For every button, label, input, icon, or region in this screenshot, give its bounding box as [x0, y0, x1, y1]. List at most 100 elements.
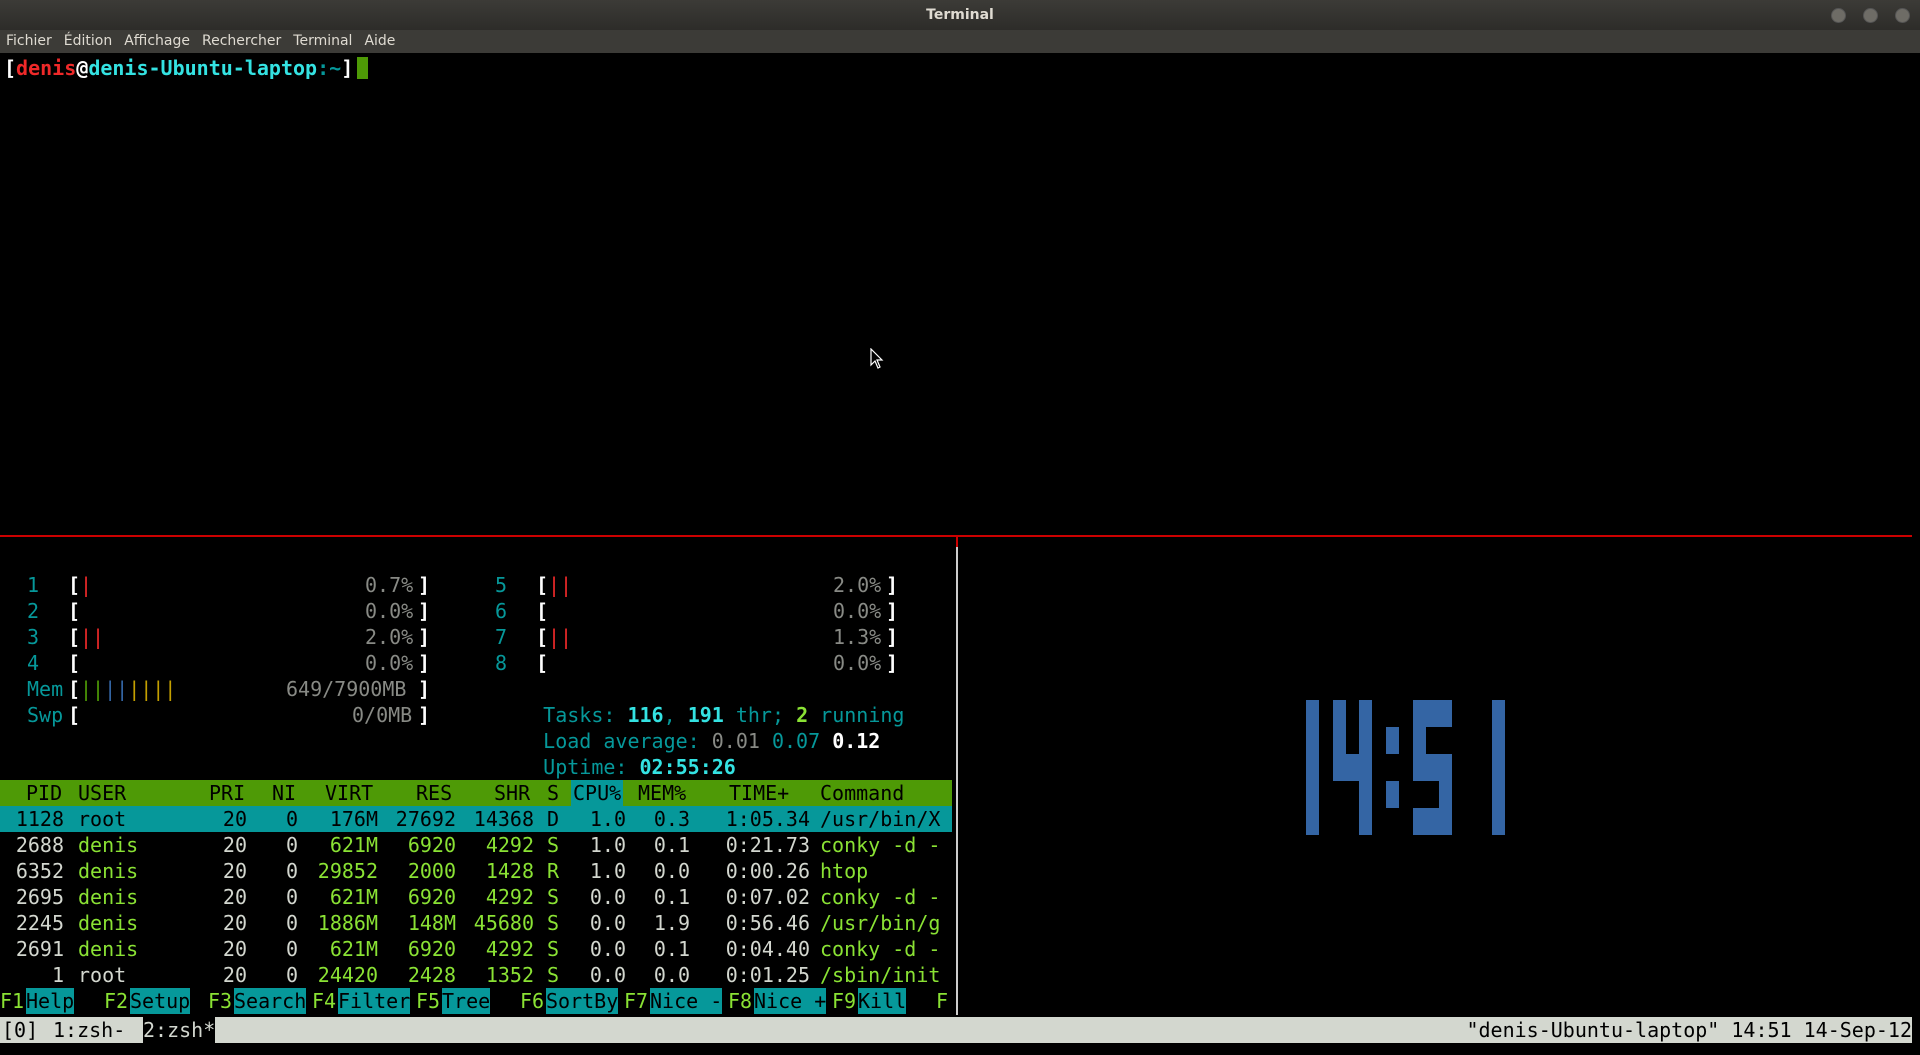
- menu-aide[interactable]: Aide: [358, 30, 401, 53]
- htop-pane[interactable]: 1 [ | 0.7% ] 2 [ 0.0% ] 3 [ || 2.0% ] 4 …: [0, 572, 956, 1050]
- window-controls: [1831, 8, 1910, 23]
- cell-ni: 0: [285, 859, 298, 883]
- cell-pid: 6352: [15, 859, 64, 883]
- meter-bracket: ]: [418, 573, 431, 597]
- close-button[interactable]: [1895, 8, 1910, 23]
- table-row[interactable]: 2245 denis 20 0 1886M 148M 45680 S 0.0 1.9 0:56.46…: [0, 910, 952, 936]
- menu-affichage[interactable]: Affichage: [118, 30, 196, 53]
- prompt-bracket-open: [: [4, 56, 17, 80]
- fkey-sortby[interactable]: SortBy: [546, 988, 619, 1014]
- cpu-num: 5: [495, 573, 508, 597]
- cell-mem: 0.3: [653, 807, 690, 831]
- menu-fichier[interactable]: Fichier: [6, 30, 58, 53]
- cell-ni: 0: [285, 937, 298, 961]
- tmux-window-2[interactable]: 2:zsh*: [143, 1017, 216, 1043]
- cell-mem: 0.0: [653, 859, 690, 883]
- fkey-tree[interactable]: Tree: [442, 988, 491, 1014]
- uptime-line: Uptime: 02:55:26: [495, 728, 736, 779]
- clock-digit-1: [1492, 700, 1505, 835]
- cpu-num: 7: [495, 625, 508, 649]
- text-cursor: [357, 57, 369, 79]
- load-5: 0.07: [771, 729, 821, 753]
- menu-rechercher[interactable]: Rechercher: [196, 30, 287, 53]
- table-row[interactable]: 1 root 20 0 24420 2428 1352 S 0.0 0.0 0:01.25/sbin…: [0, 962, 952, 988]
- cell-shr: 4292: [485, 885, 534, 909]
- cell-shr: 4292: [485, 833, 534, 857]
- col-res[interactable]: RES: [416, 780, 452, 806]
- window-titlebar[interactable]: Terminal: [0, 0, 1920, 30]
- cpu-num: 3: [27, 625, 40, 649]
- cell-pri: 20: [222, 963, 247, 987]
- htop-function-keys: F1 Help F2 Setup F3 Search F4 Filter F5 …: [0, 988, 956, 1014]
- fkey-help[interactable]: Help: [26, 988, 75, 1014]
- cell-mem: 0.1: [653, 833, 690, 857]
- cell-pri: 20: [222, 885, 247, 909]
- cpu-meter-1: 1 [ | 0.7% ]: [0, 572, 430, 598]
- fkey-nice-minus[interactable]: Nice -: [650, 988, 723, 1014]
- col-mem[interactable]: MEM%: [638, 780, 686, 806]
- uptime-value: 02:55:26: [639, 755, 736, 779]
- cpu-bar: ||: [548, 573, 573, 597]
- col-user[interactable]: USER: [78, 780, 126, 806]
- col-shr[interactable]: SHR: [494, 780, 530, 806]
- mouse-pointer-icon: [870, 348, 884, 369]
- table-row[interactable]: 6352 denis 20 0 29852 2000 1428 R 1.0 0.0 0:00.26 h…: [0, 858, 952, 884]
- cell-pid: 2245: [15, 911, 64, 935]
- fkey-kill[interactable]: Kill: [858, 988, 907, 1014]
- cpu-bar: |: [80, 573, 93, 597]
- fkey-setup[interactable]: Setup: [130, 988, 191, 1014]
- table-row[interactable]: 1128 root 20 0 176M 27692 14368 D 1.0 0.3 1:05.34 /…: [0, 806, 952, 832]
- col-time[interactable]: TIME+: [729, 780, 789, 806]
- tmux-pane-divider-vertical[interactable]: [956, 537, 958, 1015]
- maximize-button[interactable]: [1863, 8, 1878, 23]
- meter-bracket: [: [68, 651, 81, 675]
- col-cpu[interactable]: CPU%: [571, 780, 624, 806]
- cell-virt: 29852: [317, 859, 378, 883]
- table-row[interactable]: 2695 denis 20 0 621M 6920 4292 S 0.0 0.1 0:07.02 co…: [0, 884, 952, 910]
- meter-bracket: [: [536, 625, 549, 649]
- shell-prompt: [denis@denis-Ubuntu-laptop:~]: [4, 55, 369, 81]
- cell-pid: 2688: [15, 833, 64, 857]
- cell-cmd: /sbin/init: [820, 963, 941, 987]
- col-s[interactable]: S: [547, 780, 559, 806]
- col-ni[interactable]: NI: [272, 780, 296, 806]
- cell-user: denis: [78, 833, 139, 857]
- cell-res: 2428: [407, 963, 456, 987]
- meter-bracket: [: [536, 651, 549, 675]
- cell-mem: 0.1: [653, 937, 690, 961]
- col-pid[interactable]: PID: [26, 780, 62, 806]
- minimize-button[interactable]: [1831, 8, 1846, 23]
- table-row[interactable]: 2691 denis 20 0 621M 6920 4292 S 0.0 0.1 0:04.40 co…: [0, 936, 952, 962]
- col-pri[interactable]: PRI: [209, 780, 245, 806]
- cell-s: S: [547, 963, 560, 987]
- menu-edition[interactable]: Édition: [58, 30, 118, 53]
- fkey-filter[interactable]: Filter: [338, 988, 411, 1014]
- fkey-nice-plus[interactable]: Nice +: [754, 988, 827, 1014]
- fkey-search[interactable]: Search: [234, 988, 307, 1014]
- meter-bracket: [: [68, 625, 81, 649]
- cell-ni: 0: [285, 833, 298, 857]
- fkey-10-num: F: [936, 989, 949, 1013]
- tmux-window-1[interactable]: 1:zsh-: [53, 1017, 125, 1043]
- table-row[interactable]: 2688 denis 20 0 621M 6920 4292 S 1.0 0.1 0:21.73 co…: [0, 832, 952, 858]
- prompt-user: denis: [16, 56, 77, 80]
- cell-time: 0:56.46: [725, 911, 810, 935]
- prompt-bracket-close: ]: [341, 56, 354, 80]
- cell-cpu: 1.0: [589, 807, 626, 831]
- meter-bracket: ]: [418, 599, 431, 623]
- meter-bracket: ]: [418, 703, 431, 727]
- cell-user: denis: [78, 885, 139, 909]
- col-command[interactable]: Command: [820, 780, 904, 806]
- col-virt[interactable]: VIRT: [325, 780, 373, 806]
- meter-bracket: [: [536, 573, 549, 597]
- menu-terminal[interactable]: Terminal: [287, 30, 358, 53]
- fkey-1-num: F1: [0, 989, 25, 1013]
- cell-virt: 621M: [329, 833, 378, 857]
- process-table-header: PID USER PRI NI VIRT RES SHR S CPU% MEM%…: [0, 780, 952, 806]
- clock-digit-5: [1413, 700, 1452, 835]
- cpu-num: 6: [495, 599, 508, 623]
- tmux-session: [0]: [2, 1018, 39, 1042]
- cell-cpu: 0.0: [589, 937, 626, 961]
- meter-bracket: ]: [886, 573, 899, 597]
- swp-value: 0/0MB: [352, 703, 413, 727]
